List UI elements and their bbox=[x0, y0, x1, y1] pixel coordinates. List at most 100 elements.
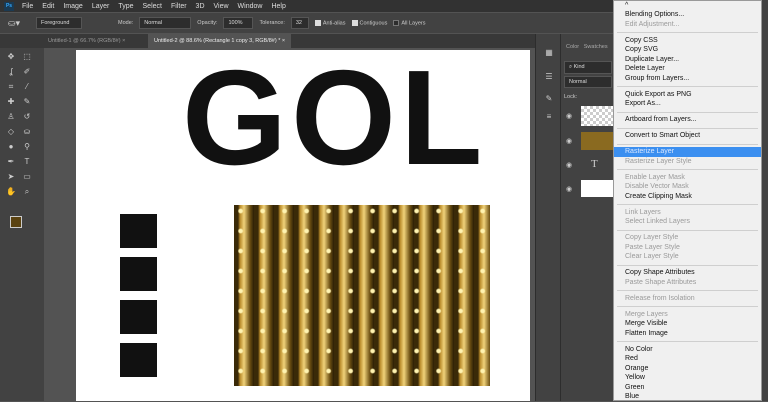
menu-item-convert-to-smart-object[interactable]: Convert to Smart Object bbox=[614, 131, 761, 141]
tools-panel: ✥ ⬚ ʆ ✐ ⌗ ⁄ ✚ ✎ ♙ ↺ ◇ ⛀ ● ⚲ ✒ T ➤ ▭ ✋ ⌕ bbox=[0, 48, 44, 401]
rectangle-layer[interactable] bbox=[120, 343, 157, 377]
menu-select[interactable]: Select bbox=[143, 3, 162, 10]
menu-item-copy-shape-attributes[interactable]: Copy Shape Attributes bbox=[614, 268, 761, 278]
visibility-eye-icon[interactable]: ◉ bbox=[566, 112, 572, 120]
visibility-eye-icon[interactable]: ◉ bbox=[566, 161, 572, 169]
menu-item-select-linked-layers: Select Linked Layers bbox=[625, 218, 690, 225]
eraser-tool-icon[interactable]: ◇ bbox=[6, 127, 16, 137]
shape-tool-icon[interactable]: ▭ bbox=[22, 172, 32, 182]
tab-swatches[interactable]: Swatches bbox=[584, 44, 608, 50]
menu-item-merge-visible[interactable]: Merge Visible bbox=[614, 319, 761, 329]
tab-untitled-2[interactable]: Untitled-2 @ 88.6% (Rectangle 1 copy 3, … bbox=[148, 34, 292, 48]
history-brush-tool-icon[interactable]: ↺ bbox=[22, 112, 32, 122]
blur-tool-icon[interactable]: ● bbox=[6, 142, 16, 152]
tab-color[interactable]: Color bbox=[566, 44, 579, 50]
menu-separator bbox=[614, 166, 761, 173]
layer-thumbnail[interactable] bbox=[581, 106, 614, 126]
opacity-input[interactable]: 100% bbox=[223, 17, 254, 29]
menu-item-duplicate-layer[interactable]: Duplicate Layer... bbox=[614, 55, 761, 65]
menu-item-flatten-image[interactable]: Flatten Image bbox=[614, 329, 761, 339]
menu-separator bbox=[614, 83, 761, 90]
brush-icon[interactable]: ✎ bbox=[544, 94, 554, 104]
properties-icon[interactable]: ☰ bbox=[544, 72, 554, 82]
zoom-tool-icon[interactable]: ⌕ bbox=[22, 187, 32, 197]
menu-item-release-from-isolation: Release from Isolation bbox=[625, 294, 695, 302]
menu-item-orange[interactable]: Orange bbox=[614, 364, 761, 374]
menu-item-artboard-from-layers[interactable]: Artboard from Layers... bbox=[614, 115, 761, 125]
layer-blend-select[interactable]: Normal bbox=[564, 76, 612, 88]
menu-image[interactable]: Image bbox=[63, 3, 82, 10]
menu-item-merge-layers: Merge Layers bbox=[625, 310, 668, 318]
headline-text-layer[interactable]: GOL bbox=[182, 50, 486, 195]
lasso-tool-icon[interactable]: ʆ bbox=[6, 67, 16, 77]
quick-select-tool-icon[interactable]: ✐ bbox=[22, 67, 32, 77]
menu-item-group-from-layers[interactable]: Group from Layers... bbox=[614, 74, 761, 84]
menu-separator bbox=[614, 338, 761, 345]
paint-bucket-icon[interactable]: ⛀▾ bbox=[8, 18, 30, 29]
mode-select[interactable]: Normal bbox=[139, 17, 192, 29]
menu-window[interactable]: Window bbox=[238, 3, 263, 10]
menu-scroll-up[interactable]: ^ bbox=[614, 1, 761, 10]
menu-help[interactable]: Help bbox=[271, 3, 285, 10]
menu-item-green[interactable]: Green bbox=[614, 383, 761, 393]
menu-3d[interactable]: 3D bbox=[196, 3, 205, 10]
rectangle-layer[interactable] bbox=[120, 257, 157, 291]
layer-filter-select[interactable]: ⌕ Kind bbox=[564, 61, 612, 74]
adjustments-icon[interactable]: ≡ bbox=[544, 112, 554, 122]
close-icon[interactable]: × bbox=[122, 38, 125, 44]
paint-bucket-tool-icon[interactable]: ⛀ bbox=[22, 127, 32, 137]
menu-view[interactable]: View bbox=[214, 3, 229, 10]
rectangle-layer[interactable] bbox=[120, 214, 157, 248]
history-icon[interactable]: ▦ bbox=[544, 48, 554, 58]
menu-item-delete-layer[interactable]: Delete Layer bbox=[614, 64, 761, 74]
eyedropper-tool-icon[interactable]: ⁄ bbox=[22, 82, 32, 92]
contiguous-checkbox[interactable]: Contiguous bbox=[351, 19, 387, 26]
crop-tool-icon[interactable]: ⌗ bbox=[6, 82, 16, 92]
menu-separator bbox=[614, 287, 761, 294]
menu-item-copy-svg[interactable]: Copy SVG bbox=[614, 45, 761, 55]
all-layers-checkbox[interactable]: All Layers bbox=[393, 19, 425, 26]
menu-item-blue[interactable]: Blue bbox=[614, 392, 761, 402]
close-icon[interactable]: × bbox=[282, 38, 285, 44]
tab-untitled-1[interactable]: Untitled-1 @ 66.7% (RGB/8#) × bbox=[42, 34, 131, 48]
tolerance-input[interactable]: 32 bbox=[290, 17, 309, 29]
path-select-tool-icon[interactable]: ➤ bbox=[6, 172, 16, 182]
stamp-tool-icon[interactable]: ♙ bbox=[6, 112, 16, 122]
menu-item-yellow[interactable]: Yellow bbox=[614, 373, 761, 383]
menu-item-red[interactable]: Red bbox=[614, 354, 761, 364]
menu-item-export-as[interactable]: Export As... bbox=[614, 99, 761, 109]
menu-layer[interactable]: Layer bbox=[92, 3, 110, 10]
menu-edit[interactable]: Edit bbox=[42, 3, 54, 10]
menu-separator bbox=[614, 303, 761, 310]
type-tool-icon[interactable]: T bbox=[22, 157, 32, 167]
menu-item-rasterize-layer[interactable]: Rasterize Layer bbox=[614, 147, 761, 157]
marquee-tool-icon[interactable]: ⬚ bbox=[22, 52, 32, 62]
menu-item-enable-layer-mask: Enable Layer Mask bbox=[625, 173, 685, 181]
menu-type[interactable]: Type bbox=[118, 3, 133, 10]
layer-thumbnail[interactable] bbox=[581, 180, 614, 197]
fill-source-select[interactable]: Foreground bbox=[36, 17, 82, 29]
document-canvas[interactable]: GOL bbox=[76, 50, 530, 401]
menu-item-copy-css[interactable]: Copy CSS bbox=[614, 36, 761, 46]
pen-tool-icon[interactable]: ✒ bbox=[6, 157, 16, 167]
menu-filter[interactable]: Filter bbox=[171, 3, 187, 10]
menu-item-quick-export-as-png[interactable]: Quick Export as PNG bbox=[614, 90, 761, 100]
rectangle-layer[interactable] bbox=[120, 300, 157, 334]
menu-item-create-clipping-mask[interactable]: Create Clipping Mask bbox=[614, 192, 761, 202]
dodge-tool-icon[interactable]: ⚲ bbox=[22, 142, 32, 152]
menu-item-no-color[interactable]: No Color bbox=[614, 345, 761, 355]
hand-tool-icon[interactable]: ✋ bbox=[6, 187, 16, 197]
foreground-color-swatch[interactable] bbox=[10, 216, 22, 228]
gold-texture-image[interactable] bbox=[234, 205, 490, 386]
tolerance-label: Tolerance: bbox=[259, 20, 285, 26]
visibility-eye-icon[interactable]: ◉ bbox=[566, 185, 572, 193]
layer-thumbnail[interactable] bbox=[581, 132, 614, 150]
menu-item-edit-adjustment: Edit Adjustment... bbox=[625, 20, 680, 28]
menu-item-blending-options[interactable]: Blending Options... bbox=[614, 10, 761, 20]
move-tool-icon[interactable]: ✥ bbox=[6, 52, 16, 62]
menu-file[interactable]: File bbox=[22, 3, 33, 10]
visibility-eye-icon[interactable]: ◉ bbox=[566, 137, 572, 145]
anti-alias-checkbox[interactable]: Anti-alias bbox=[314, 19, 346, 26]
healing-tool-icon[interactable]: ✚ bbox=[6, 97, 16, 107]
brush-tool-icon[interactable]: ✎ bbox=[22, 97, 32, 107]
